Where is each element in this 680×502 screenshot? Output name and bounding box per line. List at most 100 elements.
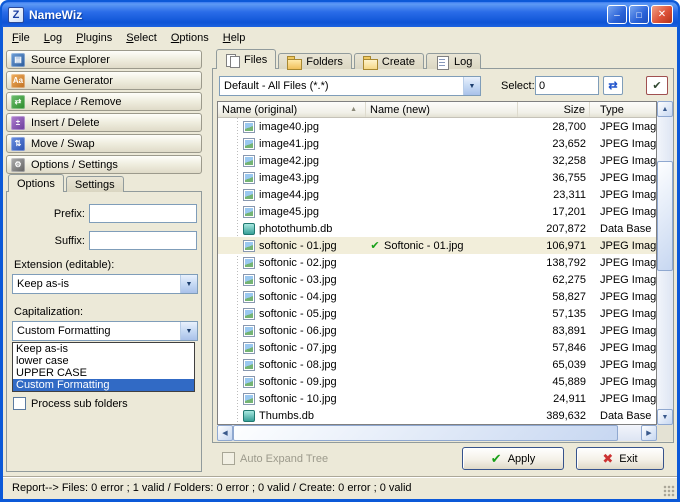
table-row[interactable]: Thumbs.db 389,632 Data Base — [218, 407, 656, 424]
valid-check-icon — [366, 375, 384, 388]
menu-item-options[interactable]: Options — [164, 30, 216, 46]
column-header-original[interactable]: Name (original) ▲ — [218, 102, 366, 117]
sidebar-button-source-explorer[interactable]: ▤ Source Explorer — [6, 50, 202, 69]
file-size: 28,700 — [552, 120, 586, 133]
file-name: softonic - 03.jpg — [259, 273, 337, 286]
scroll-up-button[interactable] — [657, 101, 673, 117]
table-row[interactable]: image42.jpg 32,258 JPEG Imag — [218, 152, 656, 169]
status-bar: Report--> Files: 0 error ; 1 valid / Fol… — [3, 476, 677, 499]
table-row[interactable]: softonic - 05.jpg 57,135 JPEG Imag — [218, 305, 656, 322]
file-type: JPEG Imag — [600, 392, 656, 405]
table-row[interactable]: photothumb.db 207,872 Data Base — [218, 220, 656, 237]
file-type: Data Base — [600, 409, 652, 422]
tab-files[interactable]: Files — [216, 49, 277, 69]
listbox-option[interactable]: lower case — [13, 355, 194, 367]
table-row[interactable]: softonic - 06.jpg 83,891 JPEG Imag — [218, 322, 656, 339]
scroll-right-button[interactable] — [641, 425, 657, 441]
sidebar-button-move-swap[interactable]: ⇅ Move / Swap — [6, 134, 202, 153]
table-row[interactable]: softonic - 03.jpg 62,275 JPEG Imag — [218, 271, 656, 288]
menu-bar: File Log Plugins Select Options Help — [5, 28, 252, 47]
chevron-down-icon[interactable] — [463, 77, 480, 95]
valid-check-icon — [366, 137, 384, 150]
extension-dropdown[interactable]: Keep as-is — [12, 274, 198, 294]
column-header-type[interactable]: Type — [590, 102, 656, 117]
file-icon — [243, 341, 255, 354]
invert-selection-button[interactable] — [603, 76, 623, 95]
apply-button[interactable]: Apply — [462, 447, 564, 470]
window-title: NameWiz — [29, 7, 83, 22]
select-count-input[interactable] — [535, 76, 599, 95]
apply-check-icon — [491, 451, 502, 467]
maximize-button[interactable]: □ — [629, 5, 649, 24]
tab-settings[interactable]: Settings — [65, 176, 124, 192]
prefix-input[interactable] — [89, 204, 197, 223]
capitalization-dropdown[interactable]: Custom Formatting — [12, 321, 198, 341]
menu-item-plugins[interactable]: Plugins — [69, 30, 119, 46]
app-window: Z NameWiz ─ □ ✕ File Log Plugins Select Opti… — [0, 0, 680, 502]
vertical-scrollbar-thumb[interactable] — [657, 161, 673, 271]
tab-log[interactable]: Log — [425, 53, 482, 70]
filter-dropdown[interactable]: Default - All Files (*.*) — [219, 76, 481, 96]
process-sub-folders-checkbox[interactable] — [13, 397, 26, 410]
tab-icon — [362, 55, 378, 70]
table-row[interactable]: softonic - 04.jpg 58,827 JPEG Imag — [218, 288, 656, 305]
horizontal-scrollbar[interactable] — [217, 425, 657, 441]
table-row[interactable]: image43.jpg 36,755 JPEG Imag — [218, 169, 656, 186]
file-size: 83,891 — [552, 324, 586, 337]
chevron-down-icon[interactable] — [180, 322, 197, 340]
tab-folders[interactable]: Folders — [278, 53, 352, 70]
menu-item-log[interactable]: Log — [37, 30, 69, 46]
menu-item-help[interactable]: Help — [216, 30, 253, 46]
scroll-left-button[interactable] — [217, 425, 233, 441]
menu-item-select[interactable]: Select — [119, 30, 164, 46]
table-row[interactable]: softonic - 09.jpg 45,889 JPEG Imag — [218, 373, 656, 390]
table-row[interactable]: softonic - 08.jpg 65,039 JPEG Imag — [218, 356, 656, 373]
menu-item-file[interactable]: File — [5, 30, 37, 46]
listbox-option[interactable]: UPPER CASE — [13, 367, 194, 379]
file-icon — [243, 324, 255, 337]
tab-icon — [225, 53, 240, 68]
column-header-size[interactable]: Size — [518, 102, 590, 117]
file-size: 32,258 — [552, 154, 586, 167]
horizontal-scrollbar-thumb[interactable] — [233, 425, 618, 441]
close-button[interactable]: ✕ — [651, 5, 673, 24]
file-name: photothumb.db — [259, 222, 333, 235]
app-icon: Z — [8, 6, 24, 23]
suffix-input[interactable] — [89, 231, 197, 250]
scroll-down-button[interactable] — [657, 409, 673, 425]
chevron-down-icon[interactable] — [180, 275, 197, 293]
sidebar-button-name-generator[interactable]: Aa Name Generator — [6, 71, 202, 90]
file-icon — [243, 222, 255, 235]
sidebar-button-replace-remove[interactable]: ⇄ Replace / Remove — [6, 92, 202, 111]
options-settings-tabs: Options Settings — [8, 174, 126, 192]
minimize-button[interactable]: ─ — [607, 5, 627, 24]
auto-expand-tree-checkbox[interactable] — [222, 452, 235, 465]
file-icon — [243, 273, 255, 286]
tab-options[interactable]: Options — [8, 174, 64, 192]
capitalization-listbox: Keep as-is lower case UPPER CASE Custom For… — [12, 342, 195, 392]
sidebar-button-icon: ⇅ — [11, 136, 25, 151]
exit-button[interactable]: Exit — [576, 447, 664, 470]
table-header: Name (original) ▲ Name (new) Size Type — [218, 102, 656, 118]
table-row[interactable]: softonic - 02.jpg 138,792 JPEG Imag — [218, 254, 656, 271]
column-header-new[interactable]: Name (new) — [366, 102, 518, 117]
table-row[interactable]: image40.jpg 28,700 JPEG Imag — [218, 118, 656, 135]
exit-cross-icon — [602, 451, 613, 467]
vertical-scrollbar[interactable] — [657, 101, 673, 425]
sidebar-button-insert-delete[interactable]: ± Insert / Delete — [6, 113, 202, 132]
title-bar[interactable]: Z NameWiz ─ □ ✕ — [2, 2, 678, 27]
resize-grip[interactable] — [663, 485, 675, 497]
listbox-option[interactable]: Keep as-is — [13, 343, 194, 355]
table-row[interactable]: softonic - 07.jpg 57,846 JPEG Imag — [218, 339, 656, 356]
sidebar-button-options-settings[interactable]: ⚙ Options / Settings — [6, 155, 202, 174]
sidebar-button-label: Move / Swap — [31, 137, 95, 150]
listbox-option[interactable]: Custom Formatting — [13, 379, 194, 391]
table-row[interactable]: softonic - 01.jpg Softonic - 01.jpg 106,… — [218, 237, 656, 254]
table-row[interactable]: image41.jpg 23,652 JPEG Imag — [218, 135, 656, 152]
table-row[interactable]: image44.jpg 23,311 JPEG Imag — [218, 186, 656, 203]
tab-create[interactable]: Create — [353, 53, 424, 70]
table-row[interactable]: softonic - 10.jpg 24,911 JPEG Imag — [218, 390, 656, 407]
table-row[interactable]: image45.jpg 17,201 JPEG Imag — [218, 203, 656, 220]
select-label: Select: — [501, 80, 535, 92]
select-all-button[interactable] — [646, 76, 668, 95]
